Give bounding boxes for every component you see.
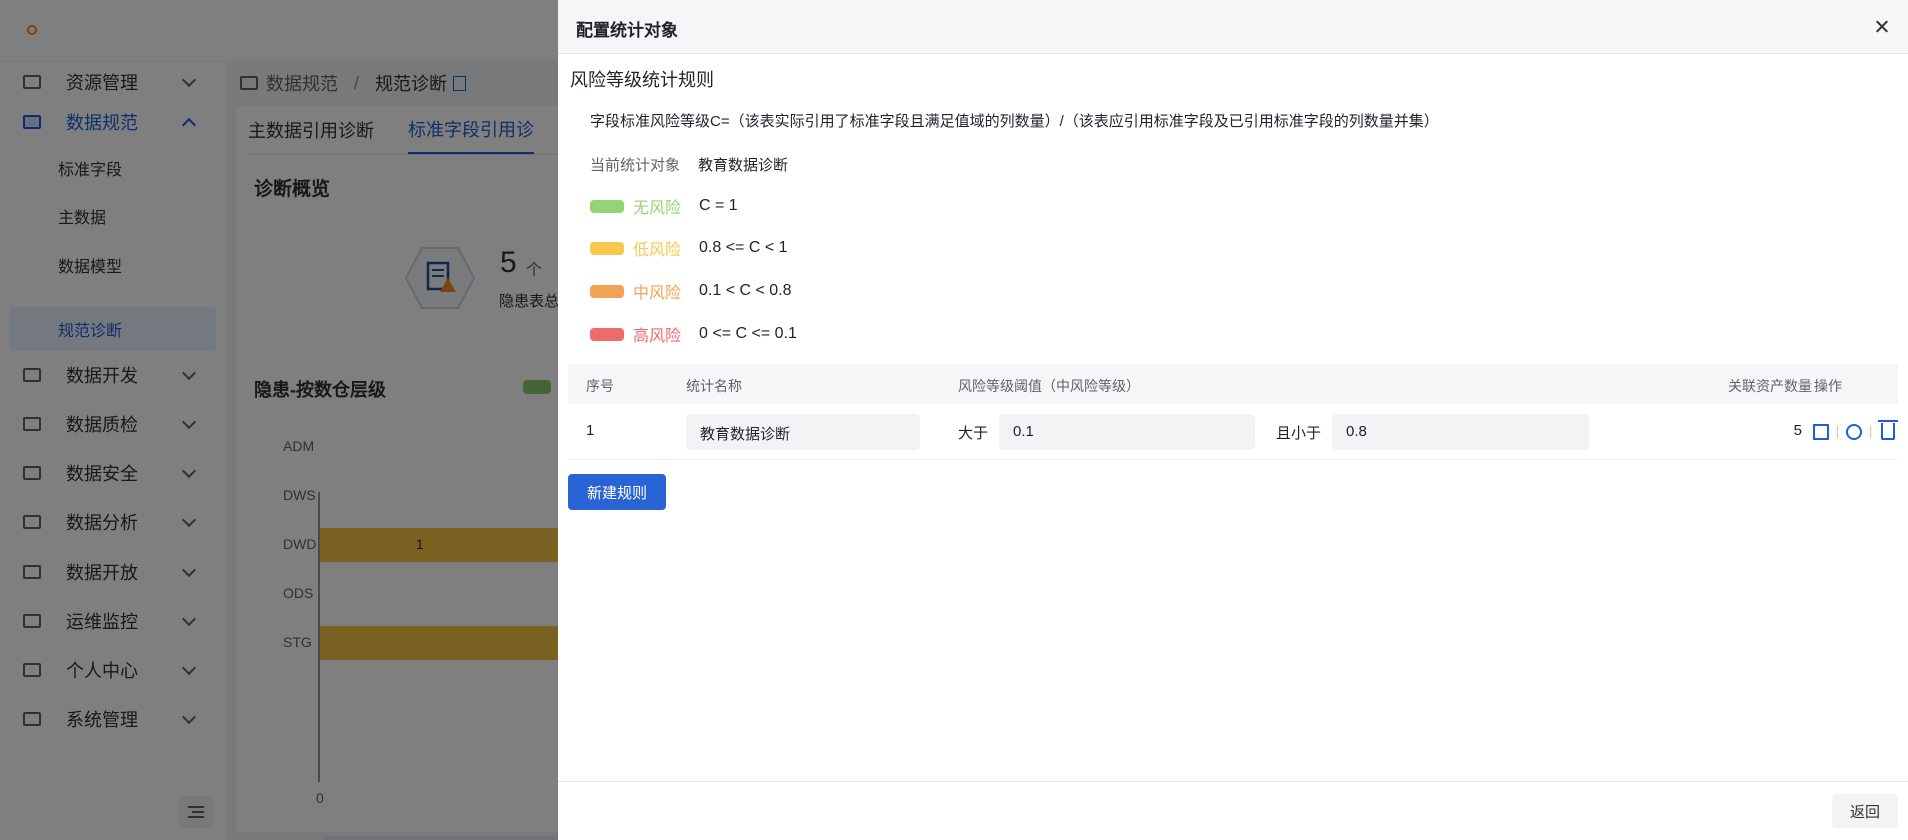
rule-table-header: 序号 统计名称 风险等级阈值（中风险等级） 关联资产数量 操作 — [568, 364, 1898, 404]
level-swatch — [590, 327, 624, 341]
lt-value-input[interactable]: 0.8 — [1332, 414, 1589, 450]
header-name: 统计名称 — [686, 378, 742, 394]
header-ops: 操作 — [1814, 378, 1842, 394]
refresh-icon[interactable] — [1846, 424, 1862, 440]
level-low-risk: 低风险 0.8 <= C < 1 — [590, 237, 788, 259]
new-rule-button[interactable]: 新建规则 — [568, 474, 666, 510]
level-swatch — [590, 199, 624, 213]
table-row: 1 教育数据诊断 大于 0.1 且小于 0.8 5 — [568, 404, 1898, 460]
op-divider — [1837, 426, 1838, 438]
header-threshold: 风险等级阈值（中风险等级） — [958, 378, 1140, 394]
level-condition: 0.1 < C < 0.8 — [699, 282, 792, 299]
back-button[interactable]: 返回 — [1832, 794, 1898, 828]
drawer-title: 配置统计对象 — [576, 21, 678, 40]
header-index: 序号 — [586, 378, 614, 394]
level-name: 无风险 — [633, 200, 682, 217]
row-assets: 5 — [1793, 422, 1802, 439]
lt-label: 且小于 — [1276, 425, 1322, 442]
rule-formula: 字段标准风险等级C=（该表实际引用了标准字段且满足值域的列数量）/（该表应引用标… — [590, 113, 1439, 130]
gt-label: 大于 — [958, 425, 989, 442]
save-icon[interactable] — [1813, 424, 1829, 440]
level-swatch — [590, 284, 624, 298]
drawer-header: 配置统计对象 — [558, 0, 1908, 54]
rule-name-input[interactable]: 教育数据诊断 — [686, 414, 920, 450]
level-condition: 0.8 <= C < 1 — [699, 239, 788, 256]
level-swatch — [590, 241, 624, 255]
op-divider — [1870, 426, 1871, 438]
header-assets: 关联资产数量 — [1728, 378, 1812, 394]
drawer-footer-divider — [558, 781, 1908, 782]
level-no-risk: 无风险 C = 1 — [590, 195, 738, 217]
rule-title: 风险等级统计规则 — [570, 70, 714, 90]
row-index: 1 — [586, 422, 595, 439]
level-name: 高风险 — [633, 328, 682, 345]
gt-value-input[interactable]: 0.1 — [999, 414, 1255, 450]
level-condition: C = 1 — [699, 197, 738, 214]
level-medium-risk: 中风险 0.1 < C < 0.8 — [590, 280, 792, 302]
config-drawer: 配置统计对象 风险等级统计规则 字段标准风险等级C=（该表实际引用了标准字段且满… — [558, 0, 1908, 840]
level-name: 低风险 — [633, 242, 682, 259]
level-high-risk: 高风险 0 <= C <= 0.1 — [590, 323, 797, 345]
level-condition: 0 <= C <= 0.1 — [699, 325, 797, 342]
current-object-value: 教育数据诊断 — [698, 157, 789, 174]
trash-icon[interactable] — [1878, 420, 1898, 440]
close-icon[interactable] — [1872, 17, 1892, 37]
current-object-label: 当前统计对象 — [590, 157, 681, 174]
level-name: 中风险 — [633, 285, 682, 302]
